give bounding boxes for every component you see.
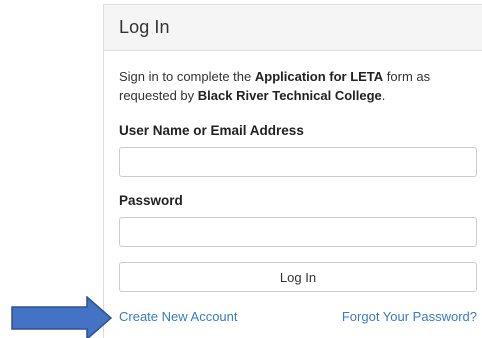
intro-organization: Black River Technical College <box>197 88 382 103</box>
intro-form-name: Application for LETA <box>254 69 384 84</box>
intro-text: Sign in to complete the Application for … <box>119 67 464 105</box>
create-account-link[interactable]: Create New Account <box>119 309 238 324</box>
login-page: Log In Sign in to complete the Applicati… <box>0 0 482 338</box>
username-label: User Name or Email Address <box>119 123 304 138</box>
forgot-password-link[interactable]: Forgot Your Password? <box>342 309 477 324</box>
panel-title: Log In <box>119 17 170 37</box>
intro-suffix: . <box>381 88 386 103</box>
username-input[interactable] <box>119 147 477 177</box>
password-label: Password <box>119 193 183 208</box>
login-panel: Log In Sign in to complete the Applicati… <box>103 4 482 338</box>
panel-header: Log In <box>104 5 482 51</box>
login-button[interactable]: Log In <box>119 262 477 292</box>
right-arrow-icon <box>11 296 113 338</box>
intro-prefix: Sign in to complete the <box>119 69 255 84</box>
password-input[interactable] <box>119 217 477 247</box>
